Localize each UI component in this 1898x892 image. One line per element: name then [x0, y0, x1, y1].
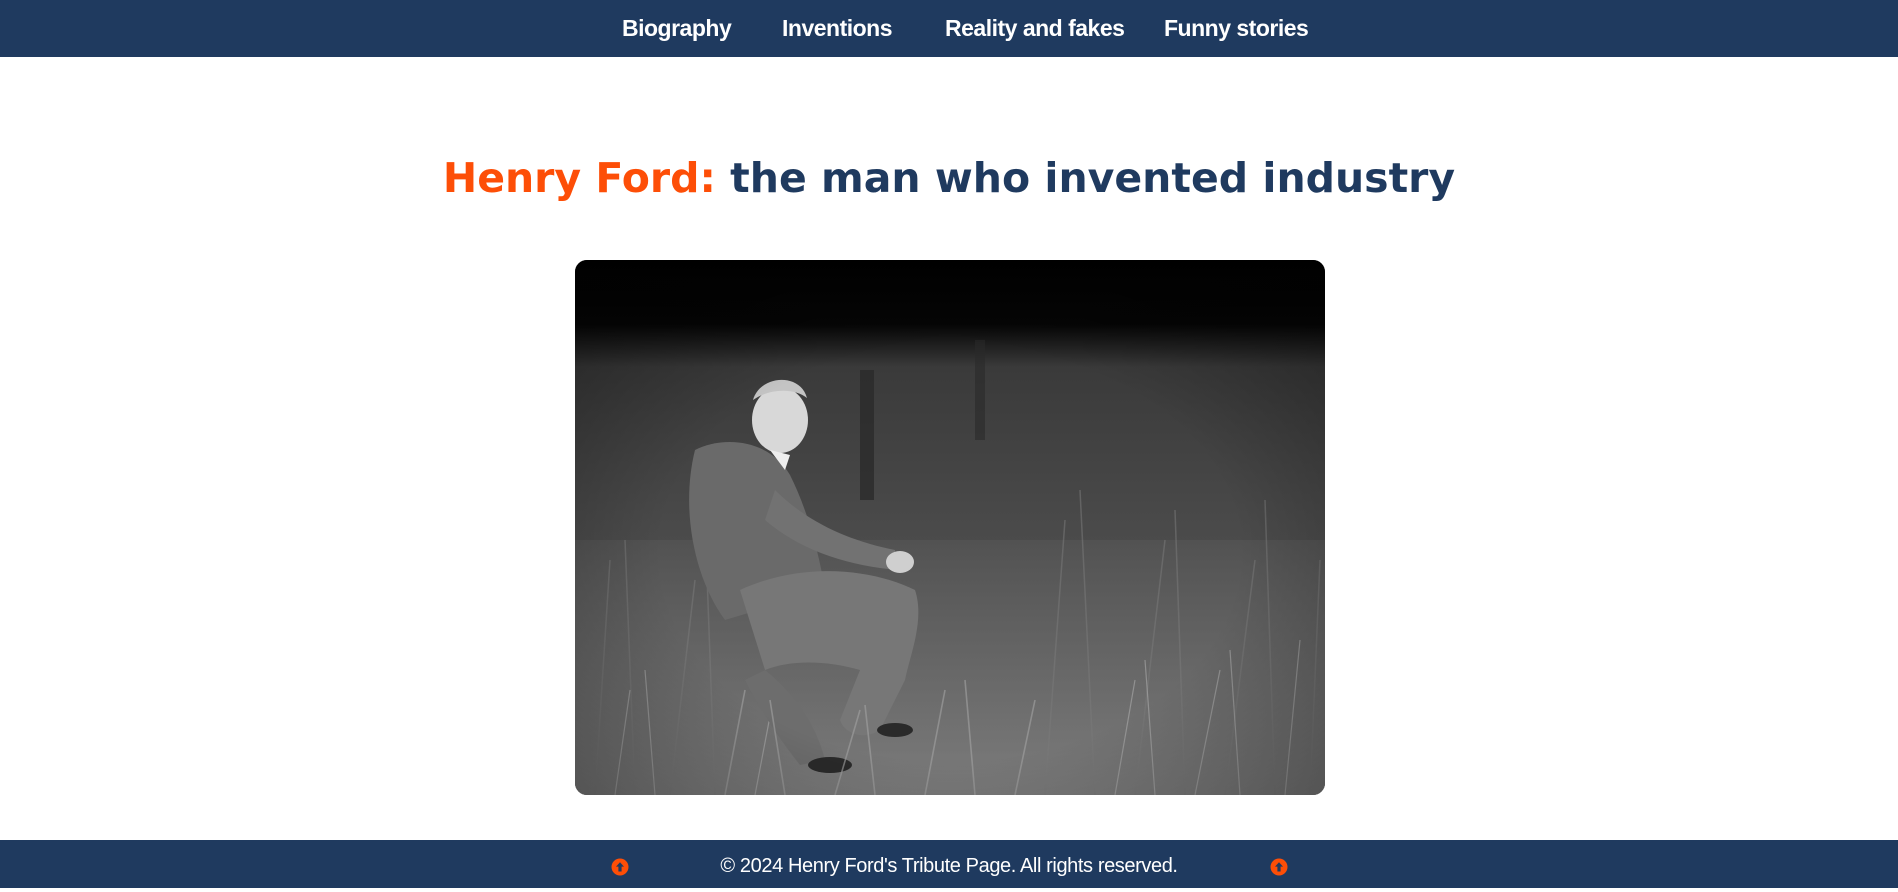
arrow-up-circle-icon[interactable] — [1270, 858, 1288, 876]
nav-link-reality-and-fakes[interactable]: Reality and fakes — [945, 0, 1125, 57]
top-navigation-bar: Biography Inventions Reality and fakes F… — [0, 0, 1898, 57]
nav-link-biography[interactable]: Biography — [622, 0, 732, 57]
nav-link-funny-stories[interactable]: Funny stories — [1164, 0, 1309, 57]
photo-illustration — [575, 260, 1325, 795]
nav-link-inventions[interactable]: Inventions — [782, 0, 893, 57]
page-title-accent: Henry Ford: — [442, 154, 716, 202]
footer-copyright: © 2024 Henry Ford's Tribute Page. All ri… — [720, 855, 1178, 877]
arrow-up-circle-icon[interactable] — [611, 858, 629, 876]
page-title: Henry Ford: the man who invented industr… — [0, 150, 1898, 206]
page-title-rest: the man who invented industry — [715, 154, 1456, 202]
henry-ford-photo — [575, 260, 1325, 795]
page-footer: © 2024 Henry Ford's Tribute Page. All ri… — [0, 840, 1898, 888]
